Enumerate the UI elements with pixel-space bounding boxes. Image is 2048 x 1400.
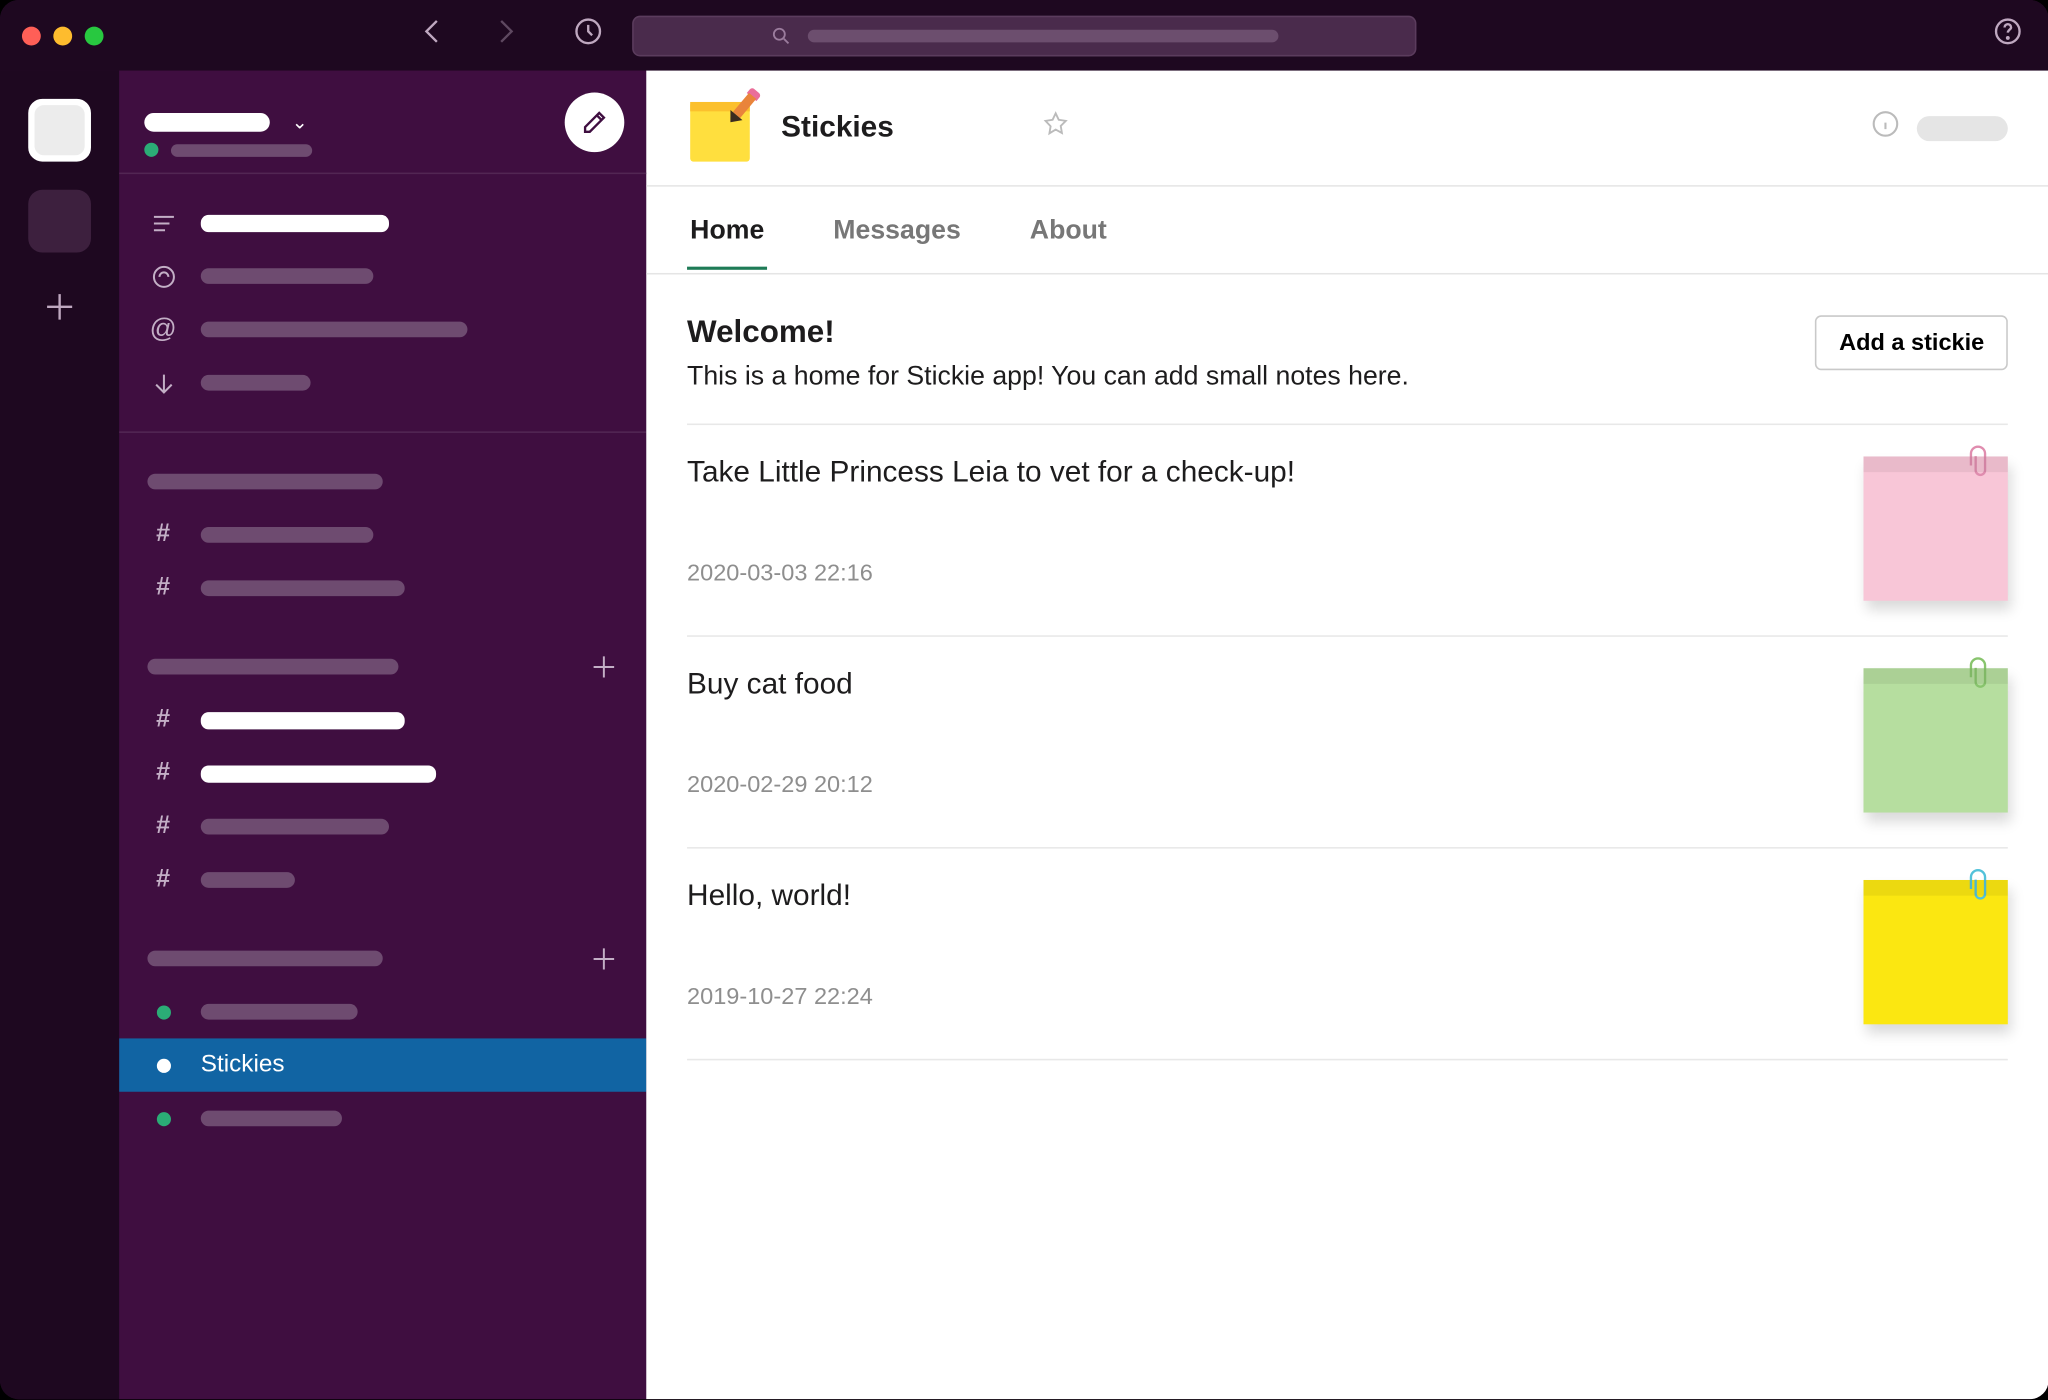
app-window: ＋ ⌄ @ # # ＋ # # # # xyxy=(0,0,2048,1399)
minimize-window-button[interactable] xyxy=(53,26,72,45)
stickie-timestamp: 2020-03-03 22:16 xyxy=(687,560,1295,587)
channels-header[interactable] xyxy=(119,455,646,508)
header-pill xyxy=(1917,115,2008,140)
add-channel-button[interactable]: ＋ xyxy=(590,646,618,687)
stickie-text: Buy cat food xyxy=(687,668,873,703)
fullscreen-window-button[interactable] xyxy=(85,26,104,45)
welcome-title: Welcome! xyxy=(687,315,1409,351)
nav-threads[interactable] xyxy=(119,196,646,249)
search-placeholder xyxy=(808,29,1279,42)
tab-messages[interactable]: Messages xyxy=(830,189,964,271)
stickie-note-icon xyxy=(1863,880,2007,1024)
stickie-text: Hello, world! xyxy=(687,880,873,915)
dm-item[interactable] xyxy=(119,1092,646,1145)
sidebar-item-stickies[interactable]: Stickies xyxy=(119,1038,646,1091)
info-button[interactable] xyxy=(1870,108,1901,147)
channels-section-header[interactable]: ＋ xyxy=(119,640,646,693)
sidebar: ⌄ @ # # ＋ # # # # ＋ Stick xyxy=(119,71,646,1400)
stickie-item[interactable]: Take Little Princess Leia to vet for a c… xyxy=(687,424,2008,636)
app-content: Welcome! This is a home for Stickie app!… xyxy=(646,275,2048,1400)
stickies-list: Take Little Princess Leia to vet for a c… xyxy=(687,424,2008,1061)
forward-button[interactable] xyxy=(489,16,520,55)
stickie-note-icon xyxy=(1863,668,2007,812)
nav-mentions[interactable]: @ xyxy=(119,303,646,356)
channel-item[interactable]: # xyxy=(119,747,646,800)
add-workspace-button[interactable]: ＋ xyxy=(42,281,77,331)
nav-more[interactable] xyxy=(119,356,646,409)
channel-item[interactable]: # xyxy=(119,853,646,906)
app-title: Stickies xyxy=(781,111,894,146)
window-controls xyxy=(22,26,104,45)
stickie-timestamp: 2020-02-29 20:12 xyxy=(687,772,873,799)
add-app-button[interactable]: ＋ xyxy=(590,938,618,979)
paperclip-icon xyxy=(1964,656,1992,697)
stickie-text: Take Little Princess Leia to vet for a c… xyxy=(687,456,1295,491)
dm-item[interactable] xyxy=(119,985,646,1038)
search-input[interactable] xyxy=(632,15,1416,56)
app-tabs: Home Messages About xyxy=(646,187,2048,275)
workspace-active[interactable] xyxy=(28,99,91,162)
back-button[interactable] xyxy=(417,16,448,55)
nav-dms[interactable] xyxy=(119,249,646,302)
tab-about[interactable]: About xyxy=(1027,189,1110,271)
search-icon xyxy=(770,24,792,46)
stickie-note-icon xyxy=(1863,456,2007,600)
presence-indicator xyxy=(144,143,158,157)
apps-section-header[interactable]: ＋ xyxy=(119,932,646,985)
stickie-item[interactable]: Buy cat food 2020-02-29 20:12 xyxy=(687,635,2008,847)
paperclip-icon xyxy=(1964,444,1992,485)
channel-item[interactable]: # xyxy=(119,693,646,746)
add-stickie-button[interactable]: Add a stickie xyxy=(1816,315,2008,370)
main-panel: Stickies Home Messages About Welcome! Th… xyxy=(646,71,2048,1400)
channel-item[interactable]: # xyxy=(119,562,646,615)
app-header: Stickies xyxy=(646,71,2048,187)
help-button[interactable] xyxy=(1992,16,2023,55)
star-button[interactable] xyxy=(1041,110,1069,146)
sidebar-nav: @ xyxy=(119,174,646,433)
workspace-rail: ＋ xyxy=(0,71,119,1400)
tab-home[interactable]: Home xyxy=(687,190,767,270)
workspace-header[interactable]: ⌄ xyxy=(119,71,646,175)
stickie-item[interactable]: Hello, world! 2019-10-27 22:24 xyxy=(687,847,2008,1060)
workspace-other[interactable] xyxy=(28,190,91,253)
channel-item[interactable]: # xyxy=(119,508,646,561)
close-window-button[interactable] xyxy=(22,26,41,45)
history-button[interactable] xyxy=(573,16,604,55)
titlebar xyxy=(0,0,2048,71)
compose-button[interactable] xyxy=(565,93,625,153)
welcome-description: This is a home for Stickie app! You can … xyxy=(687,361,1409,392)
channel-item[interactable]: # xyxy=(119,800,646,853)
stickie-timestamp: 2019-10-27 22:24 xyxy=(687,984,873,1011)
chevron-down-icon: ⌄ xyxy=(292,111,308,133)
stickies-app-icon xyxy=(687,95,753,161)
paperclip-icon xyxy=(1964,867,1992,908)
